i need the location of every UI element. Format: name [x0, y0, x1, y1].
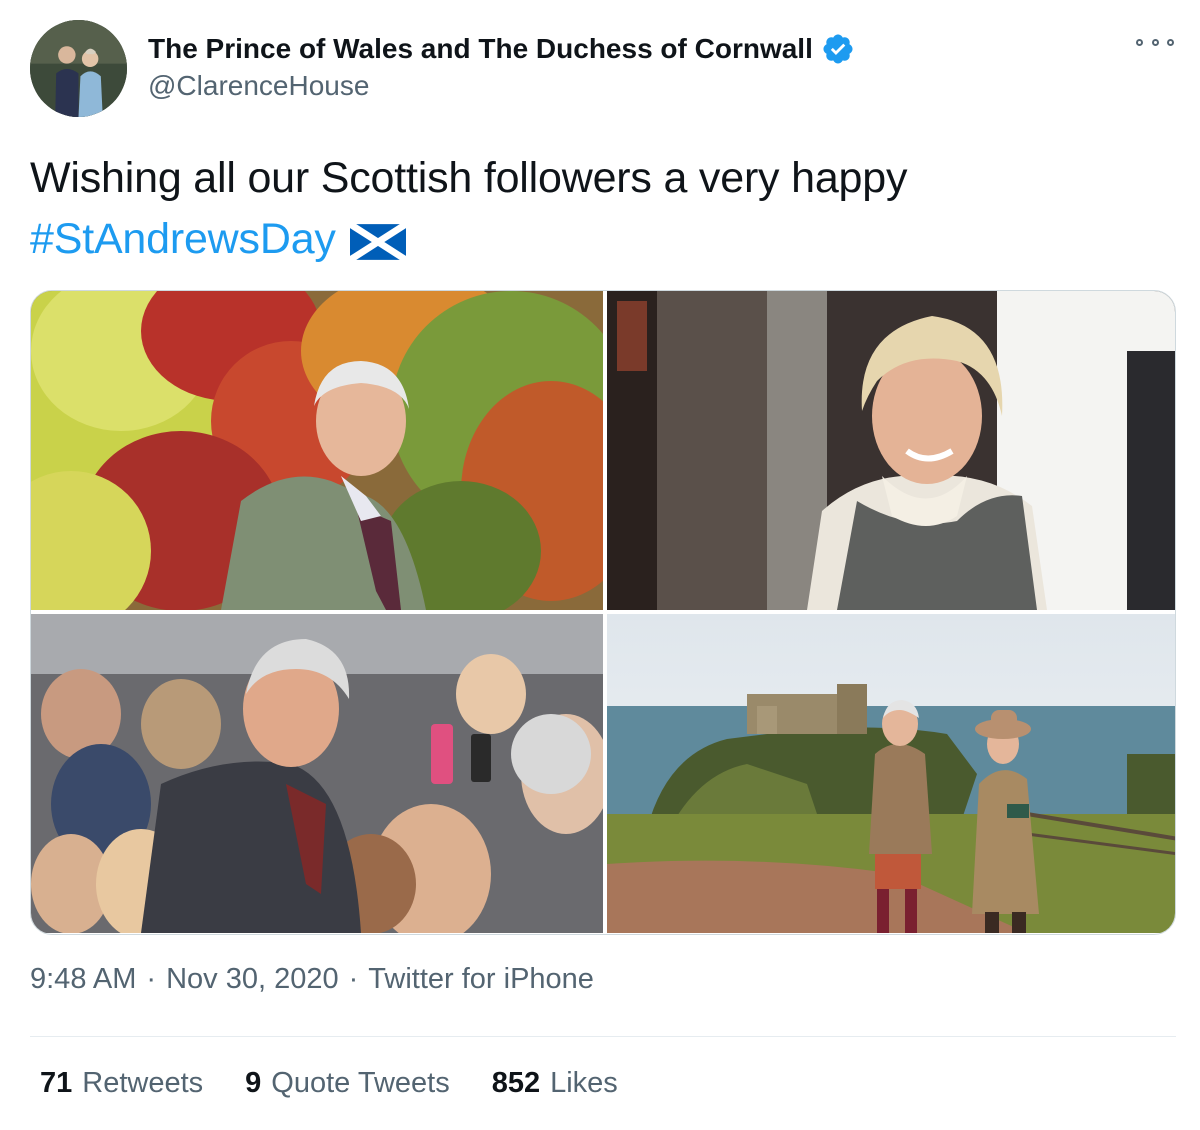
- couple-castle-cliff-image: [607, 614, 1175, 933]
- retweets-count: 71: [40, 1067, 73, 1099]
- prince-autumn-garden-image: [31, 291, 603, 610]
- tweet-meta: 9:48 AM · Nov 30, 2020 · Twitter for iPhone: [30, 963, 594, 996]
- verified-badge-icon: [823, 34, 853, 64]
- duchess-smiling-image: [607, 291, 1175, 610]
- hashtag-link[interactable]: #StAndrewsDay: [30, 215, 336, 263]
- tweet: The Prince of Wales and The Duchess of C…: [0, 0, 1200, 1130]
- meta-separator: ·: [146, 963, 157, 995]
- tweet-date[interactable]: Nov 30, 2020: [166, 963, 339, 995]
- avatar-image: [30, 20, 127, 117]
- avatar[interactable]: [30, 20, 127, 117]
- photo-3[interactable]: [31, 614, 603, 933]
- photo-4[interactable]: [607, 614, 1175, 933]
- tweet-stats: 71 Retweets 9 Quote Tweets 852 Likes: [40, 1067, 618, 1100]
- more-dot-icon: [1151, 38, 1159, 46]
- more-options-button[interactable]: [1136, 32, 1174, 52]
- likes-count: 852: [491, 1067, 541, 1099]
- quote-tweets-label: Quote Tweets: [271, 1067, 450, 1099]
- quote-tweets-stat[interactable]: 9 Quote Tweets: [245, 1067, 450, 1100]
- retweets-stat[interactable]: 71 Retweets: [40, 1067, 203, 1100]
- retweets-label: Retweets: [82, 1067, 204, 1099]
- meta-separator: ·: [348, 963, 359, 995]
- photo-2[interactable]: [607, 291, 1175, 610]
- display-name[interactable]: The Prince of Wales and The Duchess of C…: [148, 33, 813, 65]
- tweet-body: Wishing all our Scottish followers a ver…: [30, 154, 908, 202]
- media-grid: [30, 290, 1176, 935]
- scotland-flag-icon: [349, 224, 406, 260]
- tweet-text: Wishing all our Scottish followers a ver…: [30, 148, 1150, 270]
- photo-1[interactable]: [31, 291, 603, 610]
- more-dot-icon: [1167, 38, 1174, 46]
- tweet-time[interactable]: 9:48 AM: [30, 963, 136, 995]
- divider: [30, 1036, 1176, 1037]
- quote-tweets-count: 9: [245, 1067, 262, 1099]
- likes-label: Likes: [550, 1067, 618, 1099]
- more-dot-icon: [1136, 38, 1143, 46]
- likes-stat[interactable]: 852 Likes: [492, 1067, 618, 1100]
- author-handle[interactable]: @ClarenceHouse: [148, 70, 369, 102]
- tweet-source[interactable]: Twitter for iPhone: [368, 963, 594, 995]
- prince-crowd-image: [31, 614, 603, 933]
- author-name-row: The Prince of Wales and The Duchess of C…: [148, 30, 855, 68]
